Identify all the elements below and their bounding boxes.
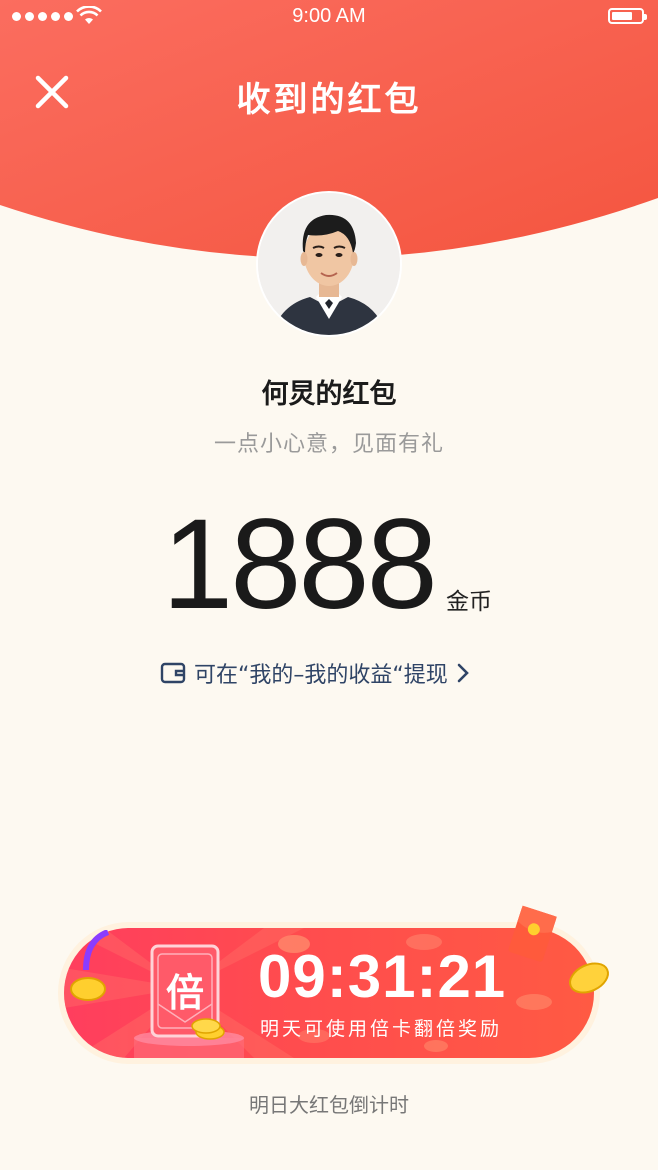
coin-icon	[569, 962, 609, 994]
red-envelope-icon	[508, 905, 557, 962]
withdraw-link[interactable]: 可在“我的–我的收益“提现	[160, 657, 470, 689]
withdraw-hint: 可在“我的–我的收益“提现	[194, 663, 448, 688]
greeting-message: 一点小心意，见面有礼	[213, 432, 444, 457]
countdown-caption: 明日大红包倒计时	[249, 1093, 409, 1117]
wallet-icon	[160, 662, 186, 684]
battery-icon	[608, 8, 647, 24]
status-bar: 9:00 AM	[0, 0, 658, 36]
multiplier-label: 倍	[165, 971, 204, 1015]
countdown-timer: 09:31:21	[258, 943, 507, 1010]
coin-unit: 金币	[446, 589, 492, 615]
avatar	[256, 191, 402, 337]
chevron-right-icon	[457, 663, 469, 683]
coin-icon	[70, 977, 106, 1001]
page-title: 收到的红包	[236, 80, 422, 120]
sender-name: 何炅的红包	[261, 379, 397, 410]
multiplier-card: 倍	[150, 944, 225, 1040]
ribbon-icon	[83, 930, 110, 971]
countdown-subtitle: 明天可使用倍卡翻倍奖励	[260, 1018, 503, 1040]
coin-amount: 1888	[162, 493, 438, 636]
status-time: 9:00 AM	[292, 5, 366, 27]
